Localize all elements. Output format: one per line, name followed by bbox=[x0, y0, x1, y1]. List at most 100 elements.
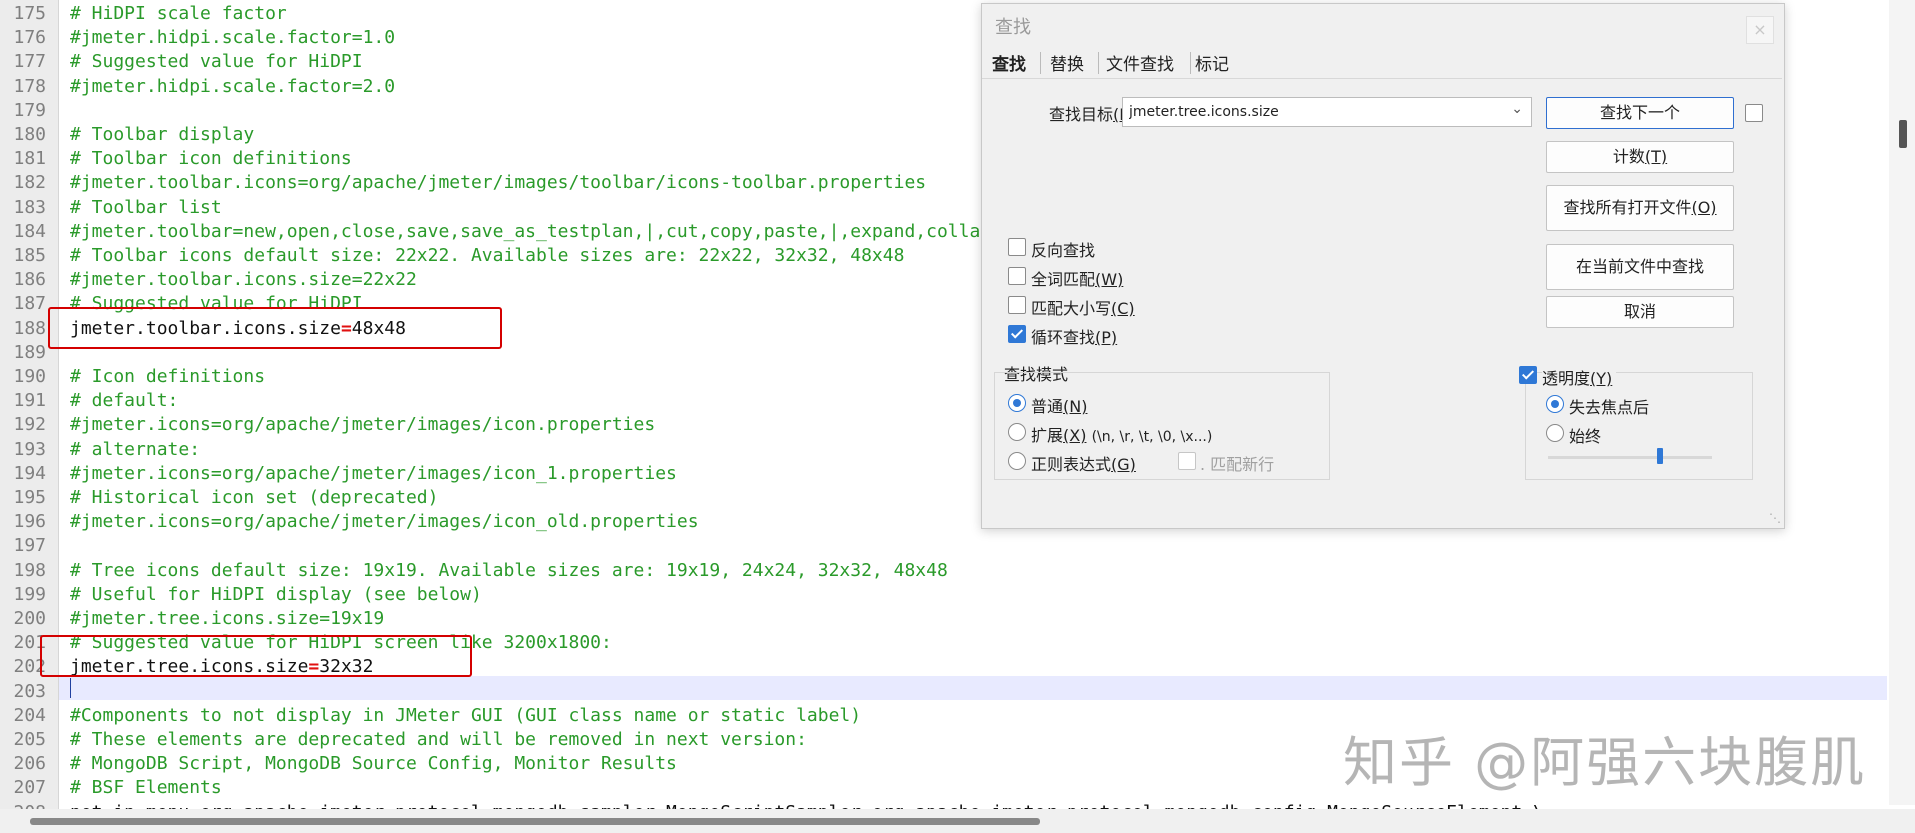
highlight-box-toolbar-size bbox=[48, 307, 502, 349]
comment-text: # alternate: bbox=[70, 438, 201, 460]
code-line: 203 bbox=[0, 680, 1915, 704]
comment-text: # Useful for HiDPI display (see below) bbox=[70, 583, 482, 605]
match-case-shortcut: (C) bbox=[1111, 299, 1135, 318]
line-number: 187 bbox=[13, 293, 46, 315]
line-number: 189 bbox=[13, 341, 46, 363]
transparency-slider[interactable] bbox=[1548, 456, 1712, 459]
transparency-label: 透明度(Y) bbox=[1542, 365, 1617, 389]
tab-mark[interactable]: 标记 bbox=[1195, 50, 1229, 75]
chevron-down-icon[interactable]: ⌄ bbox=[1511, 101, 1523, 117]
horizontal-scrollbar[interactable] bbox=[0, 809, 1915, 833]
resize-grip-icon[interactable]: ⋱ bbox=[1769, 511, 1781, 525]
vertical-scroll-thumb[interactable] bbox=[1899, 120, 1907, 148]
find-target-input[interactable] bbox=[1129, 98, 1499, 126]
mode-extended-radio[interactable] bbox=[1008, 423, 1026, 441]
line-number: 207 bbox=[13, 777, 46, 799]
match-newline-checkbox[interactable] bbox=[1178, 452, 1196, 470]
line-number: 200 bbox=[13, 608, 46, 629]
cancel-button[interactable]: 取消 bbox=[1546, 296, 1734, 328]
line-number: 199 bbox=[13, 583, 46, 605]
wrap-around-shortcut: (P) bbox=[1095, 328, 1118, 347]
match-case-checkbox[interactable] bbox=[1008, 296, 1026, 314]
transparency-slider-thumb[interactable] bbox=[1656, 448, 1663, 464]
line-number: 181 bbox=[13, 148, 46, 170]
find-in-current-file-button[interactable]: 在当前文件中查找 bbox=[1546, 244, 1734, 290]
comment-text: # These elements are deprecated and will… bbox=[70, 729, 807, 750]
find-all-open-files-button[interactable]: 查找所有打开文件(O) bbox=[1546, 185, 1734, 231]
code-line: 199 # Useful for HiDPI display (see below… bbox=[0, 583, 1915, 607]
transparency-checkbox[interactable] bbox=[1519, 366, 1537, 384]
mode-extended-shortcut: (X) bbox=[1063, 426, 1087, 445]
mode-regex-text: 正则表达式 bbox=[1031, 455, 1112, 474]
always-label[interactable]: 始终 bbox=[1569, 423, 1601, 447]
comment-text: # Suggested value for HiDPI bbox=[70, 51, 363, 73]
line-number: 177 bbox=[13, 51, 46, 73]
horizontal-scroll-thumb[interactable] bbox=[30, 818, 1040, 825]
mode-extended-label[interactable]: 扩展(X) (\n, \r, \t, \0, \x...) bbox=[1031, 422, 1212, 446]
comment-text: # Toolbar display bbox=[70, 124, 255, 145]
mode-normal-label[interactable]: 普通(N) bbox=[1031, 393, 1087, 417]
mode-extended-hint: (\n, \r, \t, \0, \x...) bbox=[1091, 429, 1213, 445]
whole-word-checkbox[interactable] bbox=[1008, 267, 1026, 285]
find-next-button[interactable]: 查找下一个 bbox=[1546, 97, 1734, 129]
tab-separator bbox=[1190, 52, 1191, 74]
wrap-around-checkbox[interactable] bbox=[1008, 325, 1026, 343]
line-number: 190 bbox=[13, 366, 46, 387]
tab-separator bbox=[1098, 52, 1099, 74]
comment-text: # default: bbox=[70, 390, 179, 412]
match-case-label: 匹配大小写(C) bbox=[1031, 295, 1135, 319]
line-number: 180 bbox=[13, 124, 46, 145]
tab-find[interactable]: 查找 bbox=[992, 50, 1026, 75]
code-line: 200 #jmeter.tree.icons.size=19x19 bbox=[0, 607, 1915, 631]
line-number: 185 bbox=[13, 245, 46, 266]
comment-text: #jmeter.tree.icons.size=19x19 bbox=[70, 608, 385, 629]
mode-regex-label[interactable]: 正则表达式(G) bbox=[1031, 451, 1136, 475]
on-lose-focus-radio[interactable] bbox=[1546, 395, 1564, 413]
whole-word-label: 全词匹配(W) bbox=[1031, 266, 1123, 290]
mode-regex-radio[interactable] bbox=[1008, 452, 1026, 470]
comment-text: # MongoDB Script, MongoDB Source Config,… bbox=[70, 753, 677, 775]
comment-text: #jmeter.toolbar.icons=org/apache/jmeter/… bbox=[70, 172, 927, 194]
find-dialog: 查找 × 查找 替换 文件查找 标记 查找目标(F) : ⌄ 查找下一个 计数(… bbox=[981, 3, 1785, 529]
line-number: 183 bbox=[13, 196, 46, 218]
line-number: 197 bbox=[13, 535, 46, 557]
comment-text: #jmeter.hidpi.scale.factor=1.0 bbox=[70, 27, 396, 49]
line-number: 198 bbox=[13, 559, 46, 581]
wrap-around-label: 循环查找(P) bbox=[1031, 324, 1117, 348]
line-number: 205 bbox=[13, 729, 46, 750]
text-caret bbox=[70, 678, 71, 698]
reverse-checkbox[interactable] bbox=[1008, 238, 1026, 256]
close-icon[interactable]: × bbox=[1746, 16, 1774, 44]
comment-text: # Toolbar icon definitions bbox=[70, 148, 352, 170]
find-next-option-checkbox[interactable] bbox=[1745, 104, 1763, 122]
tab-replace[interactable]: 替换 bbox=[1050, 50, 1084, 75]
mode-normal-radio[interactable] bbox=[1008, 394, 1026, 412]
line-number: 188 bbox=[13, 317, 46, 339]
dialog-title: 查找 bbox=[995, 17, 1031, 38]
comment-text: # Toolbar list bbox=[70, 196, 222, 218]
line-number: 178 bbox=[13, 75, 46, 97]
find-all-open-label: 查找所有打开文件 bbox=[1563, 198, 1692, 217]
highlight-box-tree-size bbox=[40, 635, 472, 677]
count-button[interactable]: 计数(T) bbox=[1546, 141, 1734, 173]
code-line: 198 # Tree icons default size: 19x19. Ava… bbox=[0, 559, 1915, 583]
count-button-shortcut: (T) bbox=[1644, 147, 1668, 166]
comment-text: #Components to not display in JMeter GUI… bbox=[70, 704, 862, 726]
always-radio[interactable] bbox=[1546, 424, 1564, 442]
line-number: 195 bbox=[13, 487, 46, 508]
vertical-scrollbar[interactable] bbox=[1889, 0, 1915, 805]
comment-text: #jmeter.icons=org/apache/jmeter/images/i… bbox=[70, 462, 677, 484]
line-number: 196 bbox=[13, 511, 46, 533]
find-target-combobox[interactable]: ⌄ bbox=[1122, 97, 1532, 127]
match-newline-label: . 匹配新行 bbox=[1200, 451, 1274, 475]
tab-divider bbox=[982, 78, 1782, 79]
comment-text: # BSF Elements bbox=[70, 777, 222, 799]
find-all-open-shortcut: (O) bbox=[1691, 198, 1717, 217]
on-lose-focus-label[interactable]: 失去焦点后 bbox=[1569, 394, 1649, 418]
tab-find-in-files[interactable]: 文件查找 bbox=[1106, 50, 1174, 75]
line-number: 182 bbox=[13, 172, 46, 194]
code-line: 197 bbox=[0, 534, 1915, 558]
comment-text: #jmeter.icons=org/apache/jmeter/images/i… bbox=[70, 414, 656, 436]
watermark: 知乎 @阿强六块腹肌 bbox=[1343, 731, 1867, 794]
reverse-label: 反向查找 bbox=[1031, 241, 1096, 260]
